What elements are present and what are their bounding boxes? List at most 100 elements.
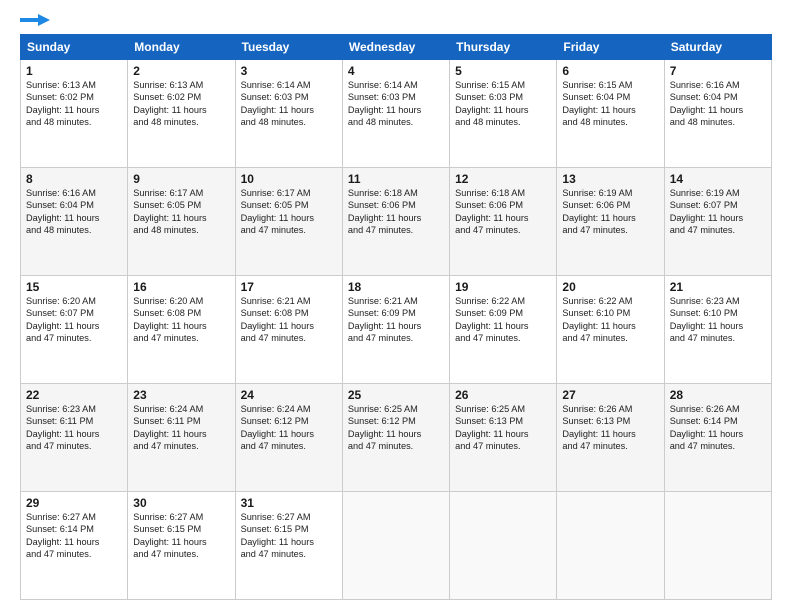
day-cell: 23Sunrise: 6:24 AM Sunset: 6:11 PM Dayli… xyxy=(128,384,235,492)
day-info: Sunrise: 6:24 AM Sunset: 6:12 PM Dayligh… xyxy=(241,403,337,453)
day-info: Sunrise: 6:26 AM Sunset: 6:14 PM Dayligh… xyxy=(670,403,766,453)
day-cell: 18Sunrise: 6:21 AM Sunset: 6:09 PM Dayli… xyxy=(342,276,449,384)
day-number: 26 xyxy=(455,388,551,402)
day-number: 22 xyxy=(26,388,122,402)
day-number: 9 xyxy=(133,172,229,186)
week-row-5: 29Sunrise: 6:27 AM Sunset: 6:14 PM Dayli… xyxy=(21,492,772,600)
day-number: 2 xyxy=(133,64,229,78)
day-cell: 5Sunrise: 6:15 AM Sunset: 6:03 PM Daylig… xyxy=(450,60,557,168)
day-info: Sunrise: 6:20 AM Sunset: 6:07 PM Dayligh… xyxy=(26,295,122,345)
day-number: 20 xyxy=(562,280,658,294)
day-info: Sunrise: 6:26 AM Sunset: 6:13 PM Dayligh… xyxy=(562,403,658,453)
day-info: Sunrise: 6:15 AM Sunset: 6:04 PM Dayligh… xyxy=(562,79,658,129)
day-number: 4 xyxy=(348,64,444,78)
day-info: Sunrise: 6:16 AM Sunset: 6:04 PM Dayligh… xyxy=(26,187,122,237)
day-cell: 22Sunrise: 6:23 AM Sunset: 6:11 PM Dayli… xyxy=(21,384,128,492)
day-number: 14 xyxy=(670,172,766,186)
day-cell: 29Sunrise: 6:27 AM Sunset: 6:14 PM Dayli… xyxy=(21,492,128,600)
day-number: 21 xyxy=(670,280,766,294)
day-number: 10 xyxy=(241,172,337,186)
day-number: 30 xyxy=(133,496,229,510)
day-number: 3 xyxy=(241,64,337,78)
day-number: 28 xyxy=(670,388,766,402)
day-cell: 27Sunrise: 6:26 AM Sunset: 6:13 PM Dayli… xyxy=(557,384,664,492)
day-cell: 24Sunrise: 6:24 AM Sunset: 6:12 PM Dayli… xyxy=(235,384,342,492)
day-cell: 7Sunrise: 6:16 AM Sunset: 6:04 PM Daylig… xyxy=(664,60,771,168)
weekday-wednesday: Wednesday xyxy=(342,35,449,60)
day-number: 16 xyxy=(133,280,229,294)
day-cell xyxy=(450,492,557,600)
day-number: 6 xyxy=(562,64,658,78)
header xyxy=(20,16,772,26)
day-number: 23 xyxy=(133,388,229,402)
weekday-monday: Monday xyxy=(128,35,235,60)
day-number: 8 xyxy=(26,172,122,186)
day-info: Sunrise: 6:16 AM Sunset: 6:04 PM Dayligh… xyxy=(670,79,766,129)
day-info: Sunrise: 6:19 AM Sunset: 6:07 PM Dayligh… xyxy=(670,187,766,237)
day-cell: 26Sunrise: 6:25 AM Sunset: 6:13 PM Dayli… xyxy=(450,384,557,492)
day-number: 7 xyxy=(670,64,766,78)
day-cell: 9Sunrise: 6:17 AM Sunset: 6:05 PM Daylig… xyxy=(128,168,235,276)
day-cell: 1Sunrise: 6:13 AM Sunset: 6:02 PM Daylig… xyxy=(21,60,128,168)
day-number: 11 xyxy=(348,172,444,186)
day-cell: 19Sunrise: 6:22 AM Sunset: 6:09 PM Dayli… xyxy=(450,276,557,384)
day-number: 17 xyxy=(241,280,337,294)
day-cell: 8Sunrise: 6:16 AM Sunset: 6:04 PM Daylig… xyxy=(21,168,128,276)
day-info: Sunrise: 6:27 AM Sunset: 6:15 PM Dayligh… xyxy=(133,511,229,561)
day-info: Sunrise: 6:17 AM Sunset: 6:05 PM Dayligh… xyxy=(133,187,229,237)
day-cell: 10Sunrise: 6:17 AM Sunset: 6:05 PM Dayli… xyxy=(235,168,342,276)
day-cell: 25Sunrise: 6:25 AM Sunset: 6:12 PM Dayli… xyxy=(342,384,449,492)
day-info: Sunrise: 6:20 AM Sunset: 6:08 PM Dayligh… xyxy=(133,295,229,345)
day-number: 13 xyxy=(562,172,658,186)
week-row-3: 15Sunrise: 6:20 AM Sunset: 6:07 PM Dayli… xyxy=(21,276,772,384)
day-cell: 2Sunrise: 6:13 AM Sunset: 6:02 PM Daylig… xyxy=(128,60,235,168)
day-cell: 6Sunrise: 6:15 AM Sunset: 6:04 PM Daylig… xyxy=(557,60,664,168)
day-cell: 14Sunrise: 6:19 AM Sunset: 6:07 PM Dayli… xyxy=(664,168,771,276)
calendar-table: SundayMondayTuesdayWednesdayThursdayFrid… xyxy=(20,34,772,600)
day-number: 24 xyxy=(241,388,337,402)
weekday-friday: Friday xyxy=(557,35,664,60)
day-cell: 12Sunrise: 6:18 AM Sunset: 6:06 PM Dayli… xyxy=(450,168,557,276)
day-cell xyxy=(342,492,449,600)
day-number: 18 xyxy=(348,280,444,294)
day-info: Sunrise: 6:19 AM Sunset: 6:06 PM Dayligh… xyxy=(562,187,658,237)
day-info: Sunrise: 6:22 AM Sunset: 6:10 PM Dayligh… xyxy=(562,295,658,345)
day-info: Sunrise: 6:14 AM Sunset: 6:03 PM Dayligh… xyxy=(348,79,444,129)
day-info: Sunrise: 6:24 AM Sunset: 6:11 PM Dayligh… xyxy=(133,403,229,453)
day-number: 1 xyxy=(26,64,122,78)
day-info: Sunrise: 6:18 AM Sunset: 6:06 PM Dayligh… xyxy=(455,187,551,237)
day-info: Sunrise: 6:14 AM Sunset: 6:03 PM Dayligh… xyxy=(241,79,337,129)
day-cell: 13Sunrise: 6:19 AM Sunset: 6:06 PM Dayli… xyxy=(557,168,664,276)
day-info: Sunrise: 6:17 AM Sunset: 6:05 PM Dayligh… xyxy=(241,187,337,237)
day-info: Sunrise: 6:15 AM Sunset: 6:03 PM Dayligh… xyxy=(455,79,551,129)
day-number: 31 xyxy=(241,496,337,510)
day-number: 12 xyxy=(455,172,551,186)
day-number: 5 xyxy=(455,64,551,78)
day-cell: 16Sunrise: 6:20 AM Sunset: 6:08 PM Dayli… xyxy=(128,276,235,384)
logo-icon xyxy=(20,14,50,26)
day-info: Sunrise: 6:25 AM Sunset: 6:13 PM Dayligh… xyxy=(455,403,551,453)
week-row-2: 8Sunrise: 6:16 AM Sunset: 6:04 PM Daylig… xyxy=(21,168,772,276)
weekday-saturday: Saturday xyxy=(664,35,771,60)
day-info: Sunrise: 6:13 AM Sunset: 6:02 PM Dayligh… xyxy=(133,79,229,129)
day-info: Sunrise: 6:21 AM Sunset: 6:08 PM Dayligh… xyxy=(241,295,337,345)
day-info: Sunrise: 6:23 AM Sunset: 6:10 PM Dayligh… xyxy=(670,295,766,345)
day-cell xyxy=(557,492,664,600)
day-cell: 11Sunrise: 6:18 AM Sunset: 6:06 PM Dayli… xyxy=(342,168,449,276)
logo xyxy=(20,16,50,26)
day-cell: 30Sunrise: 6:27 AM Sunset: 6:15 PM Dayli… xyxy=(128,492,235,600)
week-row-1: 1Sunrise: 6:13 AM Sunset: 6:02 PM Daylig… xyxy=(21,60,772,168)
day-info: Sunrise: 6:27 AM Sunset: 6:14 PM Dayligh… xyxy=(26,511,122,561)
weekday-header-row: SundayMondayTuesdayWednesdayThursdayFrid… xyxy=(21,35,772,60)
day-info: Sunrise: 6:21 AM Sunset: 6:09 PM Dayligh… xyxy=(348,295,444,345)
week-row-4: 22Sunrise: 6:23 AM Sunset: 6:11 PM Dayli… xyxy=(21,384,772,492)
day-info: Sunrise: 6:25 AM Sunset: 6:12 PM Dayligh… xyxy=(348,403,444,453)
day-cell: 21Sunrise: 6:23 AM Sunset: 6:10 PM Dayli… xyxy=(664,276,771,384)
day-cell: 28Sunrise: 6:26 AM Sunset: 6:14 PM Dayli… xyxy=(664,384,771,492)
day-info: Sunrise: 6:13 AM Sunset: 6:02 PM Dayligh… xyxy=(26,79,122,129)
day-number: 29 xyxy=(26,496,122,510)
day-cell: 15Sunrise: 6:20 AM Sunset: 6:07 PM Dayli… xyxy=(21,276,128,384)
page: SundayMondayTuesdayWednesdayThursdayFrid… xyxy=(0,0,792,612)
weekday-sunday: Sunday xyxy=(21,35,128,60)
day-cell: 20Sunrise: 6:22 AM Sunset: 6:10 PM Dayli… xyxy=(557,276,664,384)
